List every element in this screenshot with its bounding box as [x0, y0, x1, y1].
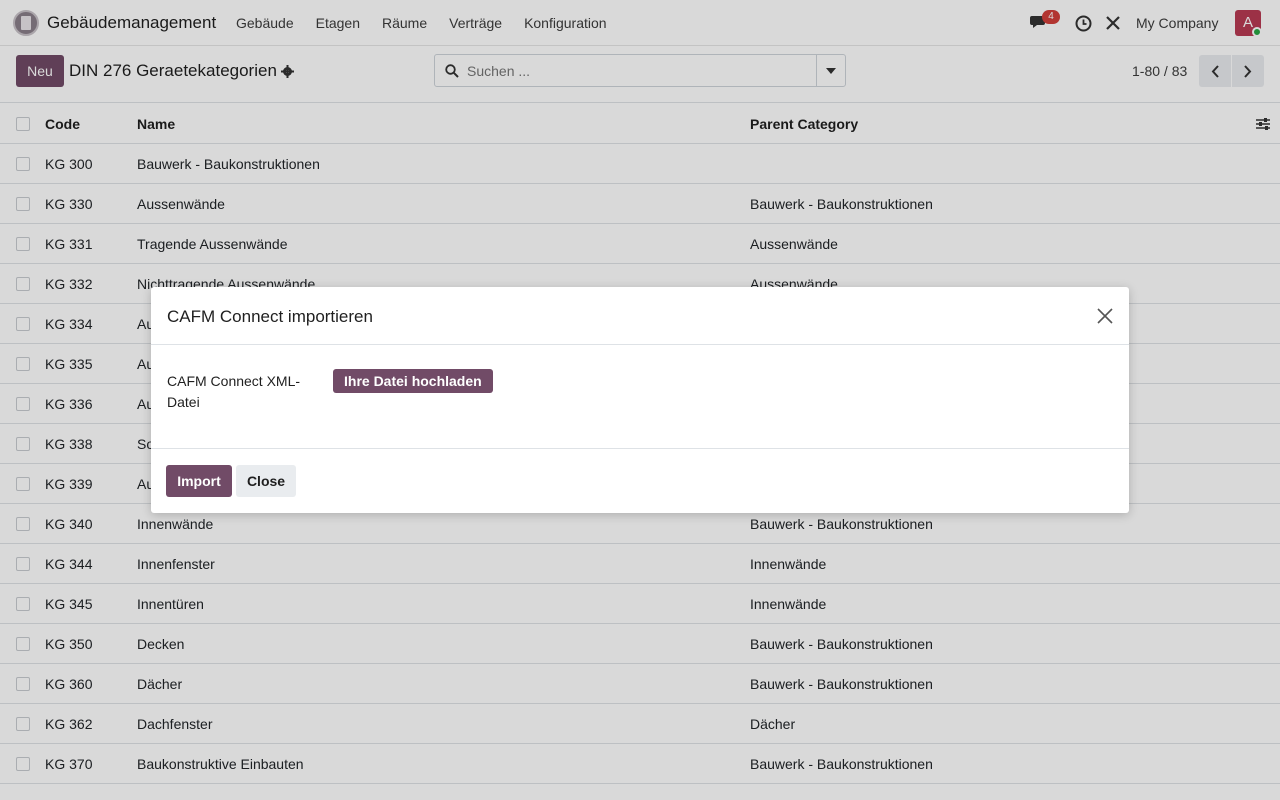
dialog-header: CAFM Connect importieren: [151, 287, 1129, 345]
import-dialog: CAFM Connect importieren CAFM Connect XM…: [151, 287, 1129, 513]
dialog-body: CAFM Connect XML-Datei Ihre Datei hochla…: [151, 345, 1129, 449]
close-icon[interactable]: [1096, 307, 1114, 325]
import-button[interactable]: Import: [166, 465, 232, 497]
close-button[interactable]: Close: [236, 465, 296, 497]
dialog-footer: Import Close: [151, 448, 1129, 513]
upload-file-button[interactable]: Ihre Datei hochladen: [333, 369, 493, 393]
dialog-title: CAFM Connect importieren: [167, 307, 373, 326]
xml-file-label: CAFM Connect XML-Datei: [167, 373, 301, 410]
